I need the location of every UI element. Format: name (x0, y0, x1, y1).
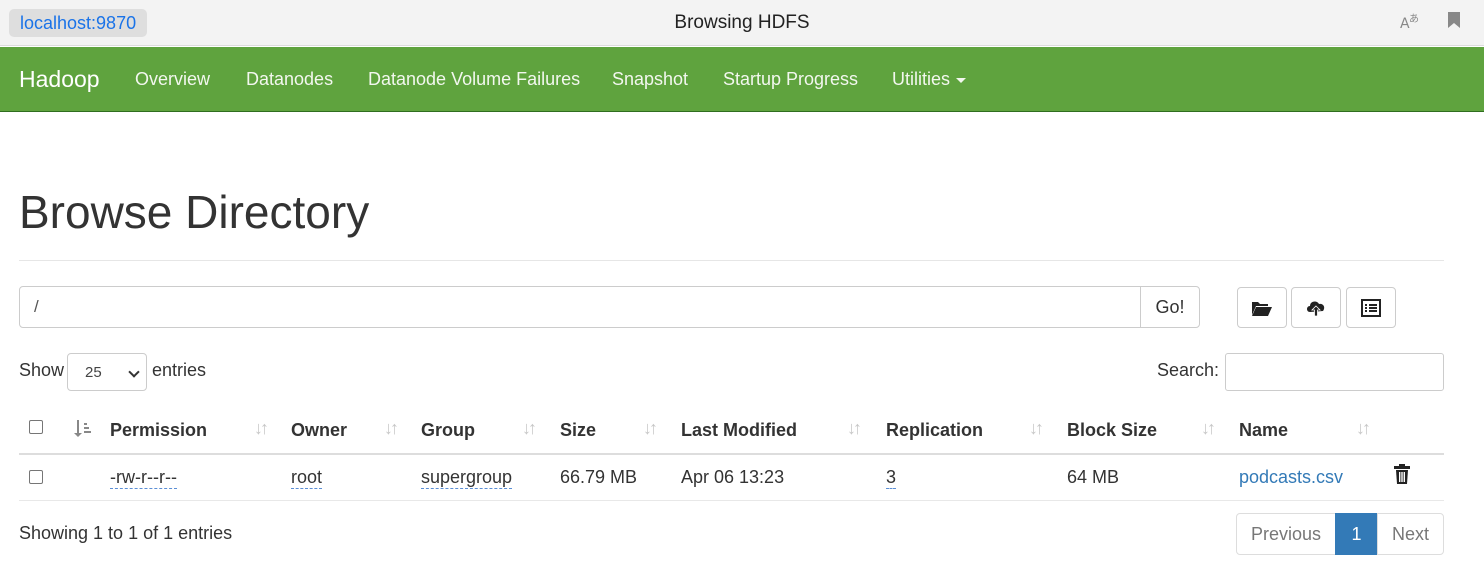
upload-files-button[interactable] (1291, 287, 1341, 328)
replication-value[interactable]: 3 (886, 467, 897, 489)
cut-paste-button[interactable] (1346, 287, 1396, 328)
group-value[interactable]: supergroup (421, 467, 513, 489)
column-header-owner[interactable]: Owner (291, 420, 347, 441)
sort-icon: ↓↑ (522, 418, 537, 438)
cell-block-size: 64 MB (1067, 467, 1120, 487)
cell-group[interactable]: supergroup (421, 467, 513, 489)
sort-icon: ↓↑ (1356, 418, 1371, 438)
column-header-name[interactable]: Name (1239, 420, 1288, 441)
pagination-previous[interactable]: Previous (1236, 513, 1336, 555)
sort-icon: ↓↑ (643, 418, 658, 438)
search-input[interactable] (1225, 353, 1444, 391)
delete-trash-icon[interactable] (1394, 464, 1410, 489)
file-name-link[interactable]: podcasts.csv (1239, 467, 1343, 488)
table-info: Showing 1 to 1 of 1 entries (19, 523, 233, 543)
navbar-brand[interactable]: Hadoop (19, 66, 100, 93)
folder-open-icon (1252, 301, 1272, 316)
window-title: Browsing HDFS (674, 12, 810, 33)
go-button[interactable]: Go! (1140, 286, 1200, 328)
cell-size: 66.79 MB (560, 467, 638, 487)
divider (19, 260, 1444, 261)
row-checkbox[interactable] (29, 470, 43, 484)
cell-permission[interactable]: -rw-r--r-- (110, 467, 177, 489)
browser-title-bar: localhost:9870 Browsing HDFS Aあ (0, 0, 1484, 46)
bookmark-icon[interactable] (1447, 11, 1461, 34)
nav-datanodes[interactable]: Datanodes (246, 69, 333, 90)
show-label: Show (19, 360, 65, 380)
select-all-checkbox[interactable] (29, 420, 43, 434)
chevron-down-icon (128, 366, 140, 378)
column-header-last-modified[interactable]: Last Modified (681, 420, 797, 441)
nav-overview[interactable]: Overview (135, 69, 210, 90)
top-navbar: Hadoop Overview Datanodes Datanode Volum… (0, 47, 1484, 112)
list-alt-icon (1361, 298, 1381, 317)
cell-last-modified: Apr 06 13:23 (681, 467, 785, 487)
column-header-block-size[interactable]: Block Size (1067, 420, 1157, 441)
nav-snapshot[interactable]: Snapshot (612, 69, 688, 90)
table-header-divider (19, 453, 1444, 455)
caret-down-icon (956, 77, 967, 83)
sort-ascending-icon[interactable] (73, 419, 91, 442)
sort-icon: ↓↑ (1029, 418, 1044, 438)
permission-value[interactable]: -rw-r--r-- (110, 467, 177, 489)
translate-icon[interactable]: Aあ (1400, 12, 1422, 37)
sort-icon: ↓↑ (254, 418, 269, 438)
pagination-page-1[interactable]: 1 (1335, 513, 1378, 555)
column-header-replication[interactable]: Replication (886, 420, 983, 441)
nav-startup-progress[interactable]: Startup Progress (723, 69, 858, 90)
nav-datanode-volume-failures[interactable]: Datanode Volume Failures (368, 69, 580, 90)
row-divider (19, 500, 1444, 501)
svg-text:あ: あ (1409, 13, 1419, 25)
create-directory-button[interactable] (1237, 287, 1287, 328)
sort-icon: ↓↑ (1201, 418, 1216, 438)
cell-replication[interactable]: 3 (886, 467, 897, 489)
cloud-upload-icon (1307, 301, 1325, 316)
cell-owner[interactable]: root (291, 467, 323, 489)
column-header-group[interactable]: Group (421, 420, 475, 441)
entries-per-page-select[interactable]: 25 (67, 353, 147, 391)
nav-utilities-label: Utilities (892, 69, 951, 89)
owner-value[interactable]: root (291, 467, 323, 489)
page-title: Browse Directory (19, 186, 370, 238)
sort-icon: ↓↑ (384, 418, 399, 438)
pagination-next[interactable]: Next (1377, 513, 1444, 555)
sort-icon: ↓↑ (847, 418, 862, 438)
entries-label: entries (152, 360, 207, 380)
entries-selected-value: 25 (85, 364, 102, 381)
directory-path-input[interactable] (19, 286, 1141, 328)
search-label: Search: (1157, 360, 1220, 380)
nav-utilities-dropdown[interactable]: Utilities (892, 69, 967, 90)
column-header-permission[interactable]: Permission (110, 420, 207, 441)
column-header-size[interactable]: Size (560, 420, 596, 441)
